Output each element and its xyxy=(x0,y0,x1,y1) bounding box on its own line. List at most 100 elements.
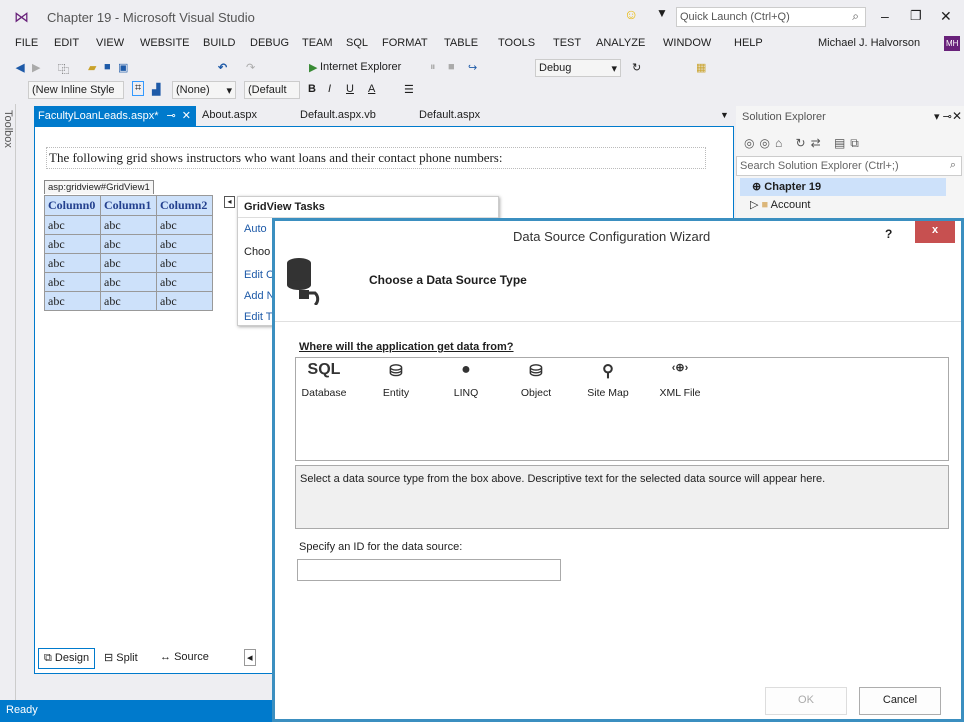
menu-file[interactable]: FILE xyxy=(15,37,38,49)
tab-overflow-icon[interactable]: ▼ xyxy=(720,110,729,120)
target-select[interactable]: (None) ▾ xyxy=(172,81,236,99)
type-object[interactable]: ⛁ Object xyxy=(505,361,567,399)
design-view-button[interactable]: ⧉ Design xyxy=(38,648,96,669)
menu-edit[interactable]: EDIT xyxy=(54,37,79,49)
grid-cell: abc xyxy=(156,291,213,311)
menu-format[interactable]: FORMAT xyxy=(382,37,428,49)
grid-cell: abc xyxy=(156,234,213,254)
new-project-icon[interactable]: ⿻ xyxy=(58,61,69,77)
source-view-button[interactable]: ↔ Source xyxy=(160,651,209,663)
style-select[interactable]: (New Inline Style xyxy=(28,81,124,99)
close-icon[interactable]: ✕ xyxy=(952,109,962,123)
menu-debug[interactable]: DEBUG xyxy=(250,37,289,49)
menu-team[interactable]: TEAM xyxy=(302,37,333,49)
feedback-smiley-icon[interactable]: ☺ xyxy=(624,6,638,22)
italic-icon[interactable]: I xyxy=(328,83,331,95)
menu-tools[interactable]: TOOLS xyxy=(498,37,535,49)
target-rule-icon[interactable]: ▟ xyxy=(152,83,160,96)
back-icon[interactable]: ◀ xyxy=(16,61,24,74)
tab-about[interactable]: About.aspx xyxy=(198,106,261,126)
user-avatar[interactable]: MH xyxy=(944,36,961,51)
style-app-icon[interactable]: ⌗ xyxy=(132,81,145,96)
browser-select[interactable]: Internet Explorer xyxy=(320,61,401,73)
menu-view[interactable]: VIEW xyxy=(96,37,124,49)
datasource-id-input[interactable] xyxy=(297,559,561,581)
table-row: abc abc abc xyxy=(44,272,213,292)
step-icon[interactable]: ↪ xyxy=(468,61,477,74)
solution-search-placeholder: Search Solution Explorer (Ctrl+;) xyxy=(740,160,899,172)
notifications-flag-icon[interactable]: ▼ xyxy=(656,6,668,20)
minimize-button[interactable]: – xyxy=(881,8,889,24)
align-icon[interactable]: ☰ xyxy=(404,83,414,96)
open-icon[interactable]: ▰ xyxy=(88,61,96,74)
user-name[interactable]: Michael J. Halvorson xyxy=(818,37,920,49)
save-all-icon[interactable]: ▣ xyxy=(118,61,128,74)
type-database[interactable]: SQL Database xyxy=(293,361,355,399)
formatting-toolbar: (New Inline Style ⌗ ▟ (None) ▾ (Default B… xyxy=(0,78,964,102)
undo-icon[interactable]: ↶ xyxy=(218,61,227,74)
tree-item-account[interactable]: ▷ ■ Account xyxy=(750,198,810,211)
menu-table[interactable]: TABLE xyxy=(444,37,478,49)
vs-logo-icon: ⋈ xyxy=(14,9,29,26)
task-edit-templates[interactable]: Edit T xyxy=(244,311,273,323)
type-label: XML File xyxy=(659,387,701,399)
menu-build[interactable]: BUILD xyxy=(203,37,235,49)
tab-default[interactable]: Default.aspx xyxy=(415,106,484,126)
pause-icon[interactable]: ⏸ xyxy=(430,61,436,74)
wizard-close-button[interactable]: x xyxy=(915,221,955,243)
grid-cell: abc xyxy=(44,253,101,273)
pin-icon[interactable]: ▾ ⊸ xyxy=(934,110,952,123)
type-xml[interactable]: ‹⊕› XML File xyxy=(649,361,711,399)
task-edit-columns[interactable]: Edit C xyxy=(244,269,274,281)
menu-website[interactable]: WEBSITE xyxy=(140,37,190,49)
bold-icon[interactable]: B xyxy=(308,83,316,95)
tag-nav-left-icon[interactable]: ◂ xyxy=(244,649,256,666)
config-value: Debug xyxy=(539,62,572,74)
task-auto-format[interactable]: Auto xyxy=(244,223,267,235)
task-add-column[interactable]: Add N xyxy=(244,290,275,302)
database-plug-icon xyxy=(285,255,335,307)
menu-test[interactable]: TEST xyxy=(553,37,581,49)
table-row: abc abc abc xyxy=(44,234,213,254)
tab-facultyloanleads[interactable]: FacultyLoanLeads.aspx* ⊸ ✕ xyxy=(34,106,196,126)
refresh-icon[interactable]: ↻ xyxy=(632,61,641,74)
help-button[interactable]: ? xyxy=(885,227,892,241)
split-view-button[interactable]: ⊟ Split xyxy=(104,651,138,664)
restore-button[interactable]: ❐ xyxy=(910,8,922,24)
tree-item-root[interactable]: ⊕ Chapter 19 xyxy=(740,178,946,196)
forward-icon[interactable]: ▶ xyxy=(32,61,40,74)
menu-sql[interactable]: SQL xyxy=(346,37,368,49)
smart-tag-button[interactable]: ◂ xyxy=(224,196,235,208)
object-icon: ⛁ xyxy=(529,363,543,380)
close-button[interactable]: ✕ xyxy=(940,8,952,25)
stop-icon[interactable]: ■ xyxy=(448,61,455,73)
underline-icon[interactable]: U xyxy=(346,83,354,95)
quick-launch-placeholder: Quick Launch (Ctrl+Q) xyxy=(680,11,790,23)
tab-default-vb[interactable]: Default.aspx.vb xyxy=(296,106,380,126)
type-sitemap[interactable]: ⚲ Site Map xyxy=(577,361,639,399)
description-text: Select a data source type from the box a… xyxy=(300,473,826,485)
save-icon[interactable]: ■ xyxy=(104,61,111,73)
source-label: Source xyxy=(174,651,209,663)
menu-window[interactable]: WINDOW xyxy=(663,37,711,49)
config-select[interactable]: Debug ▾ xyxy=(535,59,621,77)
publish-icon[interactable]: ▦ xyxy=(696,61,706,74)
start-debug-icon[interactable]: ▶ xyxy=(309,61,317,74)
font-color-icon[interactable]: A xyxy=(368,83,375,95)
menu-analyze[interactable]: ANALYZE xyxy=(596,37,645,49)
type-linq[interactable]: ● LINQ xyxy=(435,361,497,399)
task-choose-source[interactable]: Choo xyxy=(244,246,270,258)
redo-icon[interactable]: ↷ xyxy=(246,61,255,74)
toolbox-panel[interactable]: Toolbox xyxy=(0,104,16,700)
cancel-button[interactable]: Cancel xyxy=(859,687,941,715)
menu-help[interactable]: HELP xyxy=(734,37,763,49)
close-icon[interactable]: ✕ xyxy=(182,110,191,122)
gridview-preview[interactable]: Column0 Column1 Column2 abc abc abc abc abc ab… xyxy=(44,195,213,311)
font-select[interactable]: (Default xyxy=(244,81,300,99)
ok-button[interactable]: OK xyxy=(765,687,847,715)
solution-search-input[interactable]: Search Solution Explorer (Ctrl+;) ⌕ xyxy=(736,156,962,176)
quick-launch-input[interactable]: Quick Launch (Ctrl+Q) ⌕ xyxy=(676,7,866,27)
type-entity[interactable]: ⛁ Entity xyxy=(365,361,427,399)
standard-toolbar: ◀ ▶ ⿻ ▰ ■ ▣ ↶ ↷ ▶ Internet Explorer ⏸ ■ … xyxy=(0,56,964,78)
pin-icon[interactable]: ⊸ xyxy=(166,110,175,122)
